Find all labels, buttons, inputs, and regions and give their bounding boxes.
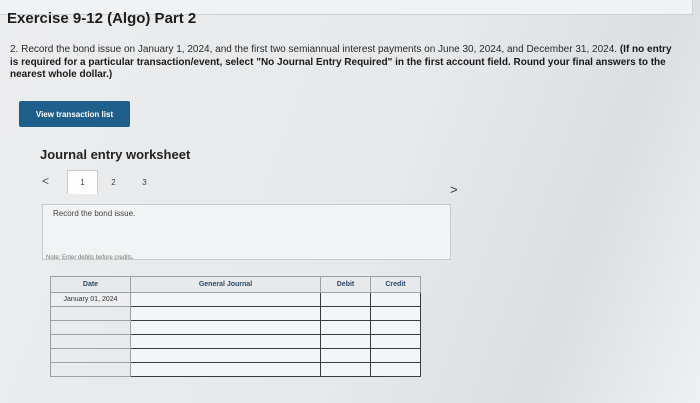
- tab-1[interactable]: 1: [67, 170, 98, 194]
- debit-input[interactable]: [320, 334, 371, 349]
- tab-2[interactable]: 2: [98, 170, 129, 194]
- date-cell: [50, 334, 131, 349]
- journal-table: Date General Journal Debit Credit Januar…: [50, 276, 421, 377]
- transaction-description-box: Record the bond issue.: [42, 204, 451, 260]
- account-select[interactable]: [130, 362, 321, 377]
- table-row: [50, 348, 421, 363]
- date-cell: [50, 348, 131, 363]
- general-journal-header: General Journal: [130, 276, 321, 293]
- table-row: [50, 320, 421, 335]
- page-title: Exercise 9-12 (Algo) Part 2: [7, 10, 197, 27]
- date-cell: [50, 306, 131, 321]
- debit-header: Debit: [320, 276, 371, 293]
- table-row: [50, 306, 421, 321]
- account-select[interactable]: [130, 292, 321, 307]
- date-cell: [50, 320, 131, 335]
- table-row: [50, 362, 421, 377]
- note-text: Note: Enter debits before credits.: [46, 255, 134, 261]
- credit-input[interactable]: [370, 334, 421, 349]
- debit-input[interactable]: [320, 306, 371, 321]
- debit-input[interactable]: [320, 320, 371, 335]
- date-cell: January 01, 2024: [50, 292, 131, 307]
- instruction-text: 2. Record the bond issue on January 1, 2…: [10, 44, 618, 55]
- account-select[interactable]: [130, 348, 321, 363]
- credit-input[interactable]: [370, 306, 421, 321]
- table-row: January 01, 2024: [50, 292, 421, 307]
- account-select[interactable]: [130, 334, 321, 349]
- account-select[interactable]: [130, 320, 321, 335]
- account-select[interactable]: [130, 306, 321, 321]
- debit-input[interactable]: [320, 362, 371, 377]
- tab-3[interactable]: 3: [129, 170, 160, 194]
- credit-input[interactable]: [370, 320, 421, 335]
- worksheet-title: Journal entry worksheet: [40, 147, 191, 162]
- table-row: [50, 334, 421, 349]
- debit-input[interactable]: [320, 292, 371, 307]
- credit-input[interactable]: [370, 362, 421, 377]
- next-arrow-icon[interactable]: >: [450, 182, 458, 197]
- instructions: 2. Record the bond issue on January 1, 2…: [10, 44, 680, 82]
- credit-header: Credit: [370, 276, 421, 293]
- credit-input[interactable]: [370, 292, 421, 307]
- debit-input[interactable]: [320, 348, 371, 363]
- prev-arrow-icon[interactable]: <: [42, 174, 49, 188]
- credit-input[interactable]: [370, 348, 421, 363]
- journal-header-row: Date General Journal Debit Credit: [50, 276, 421, 293]
- transaction-description: Record the bond issue.: [53, 209, 136, 218]
- date-cell: [50, 362, 131, 377]
- worksheet-tabs: 1 2 3: [67, 170, 160, 194]
- date-header: Date: [50, 276, 131, 293]
- view-transaction-list-button[interactable]: View transaction list: [19, 101, 130, 127]
